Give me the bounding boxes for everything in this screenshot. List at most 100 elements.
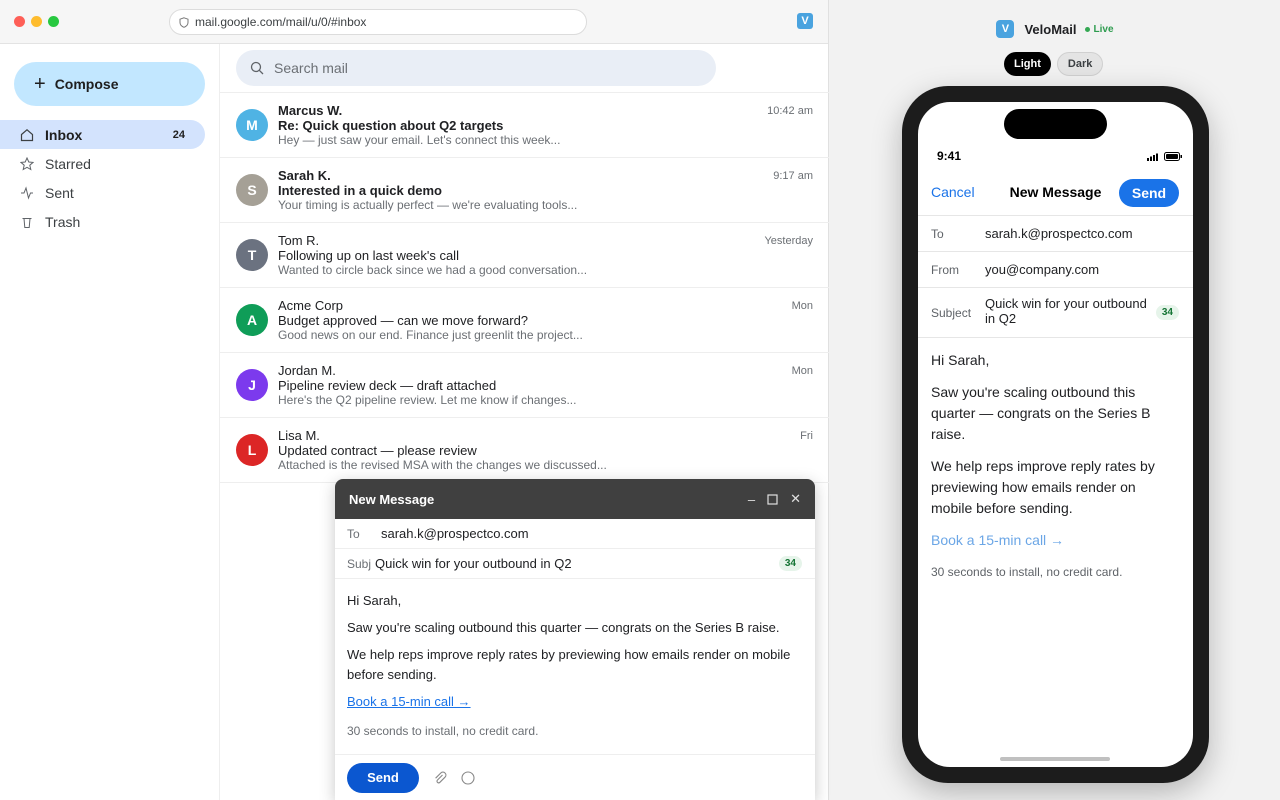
to-value: sarah.k@prospectco.com bbox=[381, 526, 529, 541]
email-preview: Attached is the revised MSA with the cha… bbox=[278, 458, 607, 472]
email-time: 9:17 am bbox=[773, 170, 813, 182]
email-row[interactable]: S Sarah K. Interested in a quick demo Your … bbox=[220, 158, 829, 223]
mobile-from-field: From you@company.com bbox=[918, 252, 1193, 288]
email-sender: Acme Corp bbox=[278, 298, 344, 313]
mobile-booking-link[interactable]: Book a 15-min call → bbox=[931, 530, 1180, 551]
email-preview: Here's the Q2 pipeline review. Let me kn… bbox=[278, 393, 577, 407]
email-row[interactable]: J Jordan M. Pipeline review deck — draft a… bbox=[220, 353, 829, 418]
avatar: S bbox=[236, 174, 268, 206]
velomail-extension-icon[interactable]: V bbox=[797, 13, 813, 29]
sidebar-item-label: Starred bbox=[45, 155, 91, 172]
email-subject: Following up on last week's call bbox=[278, 248, 459, 263]
url-text: mail.google.com/mail/u/0/#inbox bbox=[195, 15, 367, 29]
paperclip-icon[interactable] bbox=[433, 771, 447, 785]
compose-window: New Message – ✕ To sarah.k@prospectco.co… bbox=[335, 479, 815, 800]
mail-sidebar: + Compose Inbox 24 Starred Sent Trash bbox=[0, 44, 220, 800]
email-row[interactable]: L Lisa M. Updated contract — please review… bbox=[220, 418, 829, 483]
live-status-badge: Live bbox=[1084, 23, 1114, 35]
email-time: Yesterday bbox=[764, 235, 813, 247]
compose-button[interactable]: + Compose bbox=[14, 62, 205, 106]
email-sender: Lisa M. bbox=[278, 428, 320, 443]
email-sender: Jordan M. bbox=[278, 363, 336, 378]
velomail-logo-icon: V bbox=[996, 20, 1015, 38]
close-icon[interactable]: ✕ bbox=[790, 491, 801, 507]
sidebar-item-label: Sent bbox=[45, 184, 74, 201]
mobile-to-label: To bbox=[931, 227, 944, 241]
email-row[interactable]: A Acme Corp Budget approved — can we move … bbox=[220, 288, 829, 353]
maximize-window-button[interactable] bbox=[48, 16, 59, 27]
compose-subject-field[interactable]: Subj Quick win for your outbound in Q2 3… bbox=[335, 549, 815, 579]
minimize-window-button[interactable] bbox=[31, 16, 42, 27]
browser-chrome: mail.google.com/mail/u/0/#inbox V bbox=[0, 0, 828, 44]
email-subject: Updated contract — please review bbox=[278, 443, 477, 458]
email-row[interactable]: T Tom R. Following up on last week's call W… bbox=[220, 223, 829, 288]
dynamic-island bbox=[1004, 109, 1107, 139]
sidebar-item-starred[interactable]: Starred bbox=[0, 149, 205, 178]
minimize-icon[interactable]: – bbox=[748, 492, 755, 507]
email-time: 10:42 am bbox=[767, 105, 813, 117]
mobile-to-field: To sarah.k@prospectco.com bbox=[918, 216, 1193, 252]
phone-screen: 9:41 Cancel New Message Send To sarah.k@… bbox=[918, 102, 1193, 767]
star-icon bbox=[20, 156, 34, 171]
emoji-icon[interactable] bbox=[461, 770, 475, 785]
compose-label: Compose bbox=[54, 76, 119, 92]
sidebar-item-trash[interactable]: Trash bbox=[0, 207, 205, 236]
email-sender: Marcus W. bbox=[278, 103, 343, 118]
status-time: 9:41 bbox=[937, 149, 962, 163]
email-preview: Good news on our end. Finance just green… bbox=[278, 328, 583, 342]
plus-icon: + bbox=[34, 73, 46, 95]
mobile-compose-nav: Cancel New Message Send bbox=[918, 170, 1193, 216]
mobile-subject-field: Subject Quick win for your outbound in Q… bbox=[918, 288, 1193, 338]
to-label: To bbox=[347, 526, 360, 541]
sidebar-item-inbox[interactable]: Inbox 24 bbox=[0, 120, 205, 149]
address-bar[interactable]: mail.google.com/mail/u/0/#inbox bbox=[169, 9, 587, 35]
sidebar-item-sent[interactable]: Sent bbox=[0, 178, 205, 207]
subject-value: Quick win for your outbound in Q2 bbox=[375, 556, 572, 571]
mobile-subject-label: Subject bbox=[931, 306, 972, 320]
search-input[interactable] bbox=[274, 60, 694, 76]
compose-footer: Send bbox=[335, 754, 815, 800]
shield-icon bbox=[179, 16, 189, 28]
mobile-send-button[interactable]: Send bbox=[1119, 179, 1179, 207]
email-time: Fri bbox=[800, 430, 813, 442]
brand-name: VeloMail bbox=[1024, 21, 1077, 37]
compose-window-controls: – ✕ bbox=[748, 479, 801, 519]
compose-title: New Message bbox=[349, 491, 435, 507]
mail-nav: Inbox 24 Starred Sent Trash bbox=[0, 120, 205, 236]
phone-frame: 9:41 Cancel New Message Send To sarah.k@… bbox=[902, 86, 1209, 783]
email-row[interactable]: M Marcus W. Re: Quick question about Q2 ta… bbox=[220, 93, 829, 158]
theme-dark-button[interactable]: Dark bbox=[1056, 52, 1104, 76]
close-window-button[interactable] bbox=[14, 16, 25, 27]
theme-light-button[interactable]: Light bbox=[1004, 52, 1051, 76]
email-preview: Your timing is actually perfect — we're … bbox=[278, 198, 578, 212]
live-label: Live bbox=[1093, 23, 1114, 35]
theme-toggle: Light Dark bbox=[1004, 52, 1104, 76]
avatar: L bbox=[236, 434, 268, 466]
browser-window: mail.google.com/mail/u/0/#inbox V + Comp… bbox=[0, 0, 829, 800]
mobile-paragraph-1: Saw you're scaling outbound this quarter… bbox=[931, 384, 1151, 442]
inbox-icon bbox=[20, 128, 34, 141]
live-dot-icon bbox=[1084, 26, 1090, 32]
email-subject: Budget approved — can we move forward? bbox=[278, 313, 529, 328]
compose-body[interactable]: Hi Sarah, Saw you're scaling outbound th… bbox=[335, 579, 815, 741]
compose-to-field[interactable]: To sarah.k@prospectco.com bbox=[335, 519, 815, 549]
email-time: Mon bbox=[791, 365, 813, 377]
body-paragraph-1: Saw you're scaling outbound this quarter… bbox=[347, 620, 780, 635]
search-bar[interactable] bbox=[236, 50, 716, 86]
send-button[interactable]: Send bbox=[347, 762, 419, 793]
search-icon bbox=[250, 61, 264, 75]
brand-header: V VeloMail Live bbox=[830, 20, 1280, 38]
mobile-to-value: sarah.k@prospectco.com bbox=[985, 226, 1133, 241]
avatar: A bbox=[236, 304, 268, 336]
mobile-greeting: Hi Sarah, bbox=[931, 352, 990, 368]
email-time: Mon bbox=[791, 300, 813, 312]
email-list: M Marcus W. Re: Quick question about Q2 ta… bbox=[220, 92, 829, 483]
subject-char-count-badge: 34 bbox=[778, 556, 802, 571]
signal-icon bbox=[1147, 153, 1158, 161]
email-sender: Sarah K. bbox=[278, 168, 331, 183]
mobile-from-label: From bbox=[931, 263, 959, 277]
expand-icon[interactable] bbox=[767, 493, 778, 505]
trash-icon bbox=[22, 217, 32, 228]
footnote-text: 30 seconds to install, no credit card. bbox=[347, 724, 539, 738]
booking-link[interactable]: Book a 15-min call → bbox=[347, 694, 471, 709]
